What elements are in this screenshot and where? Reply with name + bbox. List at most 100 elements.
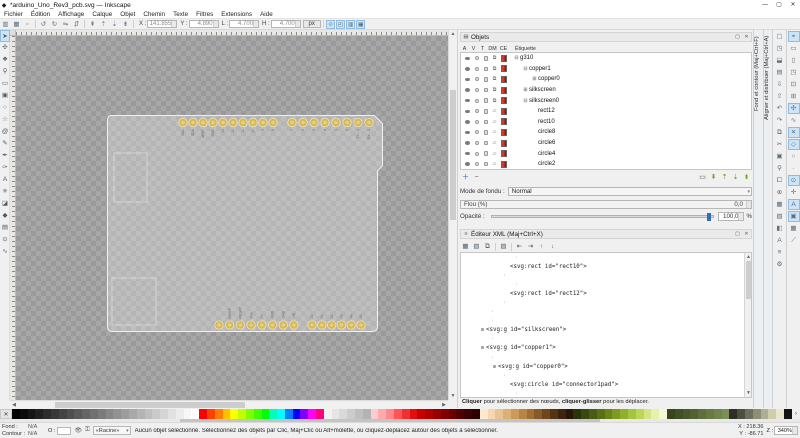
palette-swatch[interactable] (371, 409, 379, 419)
highlight-color-swatch[interactable] (501, 118, 507, 125)
palette-swatch[interactable] (269, 409, 277, 419)
rectangle-tool[interactable]: ▭ (0, 78, 10, 90)
palette-swatch[interactable] (176, 409, 184, 419)
palette-swatch[interactable] (745, 409, 753, 419)
node-tool[interactable]: ✣ (0, 42, 10, 54)
palette-swatch[interactable] (106, 409, 114, 419)
blend-indicator-icon[interactable] (475, 120, 479, 124)
maximize-button[interactable]: ▢ (772, 0, 786, 11)
vertical-scrollbar[interactable]: ▲ ▼ (448, 30, 456, 400)
copy-icon[interactable]: ⧉ (774, 127, 786, 138)
highlight-color-swatch[interactable] (501, 65, 507, 72)
move-node-down-button[interactable]: ↓ (547, 242, 558, 252)
palette-swatch[interactable] (433, 409, 441, 419)
object-row-copper0[interactable]: ⧉⊞copper0 (461, 74, 751, 85)
palette-swatch[interactable] (410, 409, 418, 419)
object-row-silkscreen0[interactable]: ⧉⊟silkscreen0 (461, 95, 751, 106)
snap-bbox-icon[interactable]: ▭ (788, 43, 800, 54)
snap-bbox-edges-icon[interactable]: ▯ (788, 55, 800, 66)
palette-swatch[interactable] (558, 409, 566, 419)
expander-icon[interactable]: ⊞ (522, 87, 529, 93)
palette-swatch[interactable] (277, 409, 285, 419)
collapse-all-button[interactable]: ▭ (697, 173, 708, 183)
xml-tree-scrollbar-thumb[interactable] (746, 261, 751, 299)
highlight-color-swatch[interactable] (501, 108, 507, 115)
palette-swatch[interactable] (324, 409, 332, 419)
palette-swatch[interactable] (503, 409, 511, 419)
visibility-eye-icon[interactable] (465, 152, 470, 156)
palette-swatch[interactable] (90, 409, 98, 419)
blend-indicator-icon[interactable] (475, 56, 479, 60)
undo-icon[interactable]: ↶ (774, 103, 786, 114)
move-up-button[interactable]: ⇡ (719, 173, 730, 183)
xml-editor-close-button[interactable]: ✕ (742, 231, 751, 237)
xml-tree-scrollbar[interactable]: ▲ ▼ (744, 253, 751, 397)
unindent-node-button[interactable]: ⇤ (514, 242, 525, 252)
blend-indicator-icon[interactable] (475, 130, 479, 134)
snap-smooth-nodes-icon[interactable]: ○ (788, 151, 800, 162)
xml-text-node[interactable]: · (461, 308, 751, 317)
highlight-color-swatch[interactable] (501, 129, 507, 136)
palette-swatch[interactable] (589, 409, 597, 419)
palette-swatch[interactable] (612, 409, 620, 419)
tweak-tool[interactable]: ❖ (0, 54, 10, 66)
palette-swatch[interactable] (74, 409, 82, 419)
palette-swatch[interactable] (168, 409, 176, 419)
palette-swatch[interactable] (776, 409, 784, 419)
height-field[interactable]: 4.700 (271, 20, 301, 28)
drawing-canvas[interactable]: SCLSDAAREFGND1312111098765432TX→1RX←0IOR… (16, 36, 448, 400)
pencil-tool[interactable]: ✎ (0, 138, 10, 150)
blend-indicator-icon[interactable] (475, 67, 479, 71)
palette-swatch[interactable] (121, 409, 129, 419)
lock-icon[interactable] (484, 67, 488, 72)
xml-text-node[interactable]: · (461, 298, 751, 307)
expander-icon[interactable]: ⊟ (513, 55, 520, 61)
xml-node-tree[interactable]: ·<svg:rect id="rect10">··<svg:rect id="r… (460, 252, 752, 398)
palette-swatch[interactable] (675, 409, 683, 419)
expander-icon[interactable]: ⊞ (491, 364, 498, 370)
snap-grid-icon[interactable]: ▦ (788, 223, 800, 234)
palette-swatch[interactable] (714, 409, 722, 419)
menu-chemin[interactable]: Chemin (139, 11, 169, 18)
palette-swatch[interactable] (152, 409, 160, 419)
affect-corners-toggle[interactable]: ◰ (336, 20, 345, 29)
text-tool[interactable]: A (0, 174, 10, 186)
xml-node[interactable]: <svg:rect id="rect12"> (461, 289, 751, 298)
xml-scroll-down-arrow[interactable]: ▼ (745, 389, 752, 397)
palette-swatch[interactable] (355, 409, 363, 419)
palette-swatch[interactable] (737, 409, 745, 419)
menu-fichier[interactable]: Fichier (0, 11, 27, 18)
xml-text-node[interactable]: · (461, 317, 751, 326)
palette-swatch[interactable] (67, 409, 75, 419)
clone-icon[interactable]: ⊕ (774, 187, 786, 198)
palette-swatch[interactable] (28, 409, 36, 419)
select-all-layers-icon[interactable]: ▦ (12, 20, 22, 29)
delete-node-button[interactable]: ▨ (498, 242, 509, 252)
palette-swatch[interactable] (191, 409, 199, 419)
visibility-eye-icon[interactable] (465, 78, 470, 82)
indent-node-button[interactable]: ⇥ (525, 242, 536, 252)
ungroup-icon[interactable]: ▧ (774, 211, 786, 222)
palette-swatch[interactable] (784, 409, 792, 419)
eraser-tool[interactable]: ◪ (0, 198, 10, 210)
lock-icon[interactable] (484, 130, 488, 135)
lock-icon[interactable] (484, 77, 488, 82)
layer-dropdown[interactable]: «Racine» (93, 426, 131, 435)
palette-swatch[interactable] (659, 409, 667, 419)
palette-swatch[interactable] (550, 409, 558, 419)
visibility-eye-icon[interactable] (465, 141, 470, 145)
menu-aide[interactable]: Aide (256, 11, 277, 18)
palette-swatch[interactable] (628, 409, 636, 419)
y-field[interactable]: 4.890 (189, 20, 219, 28)
spray-tool[interactable]: ✳ (0, 186, 10, 198)
scroll-down-arrow[interactable]: ▼ (449, 392, 457, 400)
xml-editor-iconify-button[interactable]: ▢ (733, 231, 742, 237)
blur-slider[interactable]: Flou (%) 0,0 (460, 200, 752, 209)
xml-node[interactable]: ⊞<svg:g id="silkscreen"> (461, 326, 751, 335)
palette-swatch[interactable] (98, 409, 106, 419)
palette-swatch[interactable] (308, 409, 316, 419)
export-icon[interactable]: ⇧ (774, 91, 786, 102)
xml-node[interactable]: ⊞<svg:g id="copper1"> (461, 344, 751, 353)
palette-swatch[interactable] (12, 409, 20, 419)
palette-swatch[interactable] (246, 409, 254, 419)
